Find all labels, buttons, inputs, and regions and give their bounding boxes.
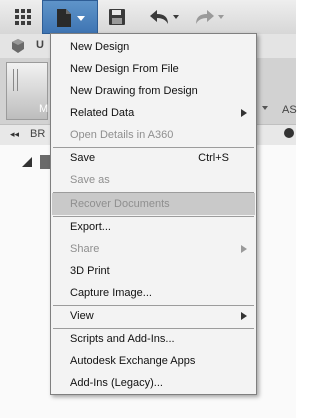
menu-item-label: Related Data: [70, 107, 135, 119]
menu-item-label: Scripts and Add-Ins...: [70, 333, 175, 345]
menu-item-label: Open Details in A360: [70, 129, 174, 141]
quick-access-toolbar: [0, 0, 296, 35]
submenu-arrow-icon: [241, 109, 247, 117]
menu-item-label: 3D Print: [70, 265, 110, 277]
menu-item-label: Save: [70, 152, 96, 164]
undo-button[interactable]: [144, 4, 184, 30]
menu-item-scripts-and-add-ins[interactable]: Scripts and Add-Ins...: [52, 328, 255, 350]
collapse-panel-icon[interactable]: ◂◂: [10, 129, 19, 140]
menu-item-label: Add-Ins (Legacy)...: [70, 377, 163, 389]
menu-item-open-details-in-a360[interactable]: Open Details in A360: [52, 124, 255, 146]
redo-icon: [196, 10, 224, 24]
grip-icon: [13, 69, 18, 91]
ribbon-mode-label: M: [39, 103, 49, 115]
document-tab-fragment: U: [36, 39, 44, 51]
cube-icon: [12, 39, 24, 53]
menu-item-export[interactable]: Export...: [52, 216, 255, 238]
menu-item-label: Save as: [70, 174, 110, 186]
menu-item-label: New Design From File: [70, 63, 179, 75]
menu-item-new-drawing-from-design[interactable]: New Drawing from Design: [52, 80, 255, 102]
menu-item-new-design-from-file[interactable]: New Design From File: [52, 58, 255, 80]
tree-expand-icon[interactable]: [22, 157, 32, 167]
menu-item-save-as[interactable]: Save as: [52, 169, 255, 191]
redo-button[interactable]: [188, 4, 228, 30]
menu-item-add-ins-legacy[interactable]: Add-Ins (Legacy)...: [52, 372, 255, 394]
menu-item-shortcut: Ctrl+S: [198, 152, 229, 164]
menu-item-label: Share: [70, 243, 100, 255]
ribbon-mode-button[interactable]: M: [6, 62, 48, 120]
menu-item-new-design[interactable]: New Design: [52, 36, 255, 58]
menu-item-view[interactable]: View: [52, 305, 255, 327]
menu-item-3d-print[interactable]: 3D Print: [52, 260, 255, 282]
ribbon-label-fragment: AS: [282, 104, 297, 116]
menu-item-autodesk-exchange-apps[interactable]: Autodesk Exchange Apps: [52, 350, 255, 372]
menu-item-related-data[interactable]: Related Data: [52, 102, 255, 124]
panel-minus-icon[interactable]: [284, 128, 294, 138]
menu-item-label: Capture Image...: [70, 287, 152, 299]
menu-item-label: New Drawing from Design: [70, 85, 198, 97]
menu-item-share[interactable]: Share: [52, 238, 255, 260]
menu-item-recover-documents[interactable]: Recover Documents: [52, 193, 255, 215]
file-dropdown-menu: New Design New Design From File New Draw…: [50, 33, 257, 395]
menu-item-label: New Design: [70, 41, 130, 53]
save-toolbar-button[interactable]: [102, 4, 132, 30]
menu-item-label: Export...: [70, 221, 111, 233]
menu-item-label: Autodesk Exchange Apps: [70, 355, 196, 367]
menu-item-label: Recover Documents: [70, 198, 170, 210]
menu-item-save[interactable]: Save Ctrl+S: [52, 147, 255, 169]
ribbon-dropdown-arrow-icon: [262, 106, 268, 110]
grid-icon: [15, 9, 31, 25]
submenu-arrow-icon: [241, 312, 247, 320]
floppy-disk-icon: [109, 9, 125, 25]
menu-item-capture-image[interactable]: Capture Image...: [52, 282, 255, 304]
menu-item-label: View: [70, 310, 94, 322]
file-menu-button[interactable]: [42, 0, 98, 34]
app-grid-button[interactable]: [6, 4, 40, 30]
file-icon: [57, 9, 85, 27]
undo-icon: [150, 10, 179, 24]
browser-header-fragment: BR: [30, 128, 46, 140]
submenu-arrow-icon: [241, 245, 247, 253]
tree-node-icon: [40, 155, 50, 169]
